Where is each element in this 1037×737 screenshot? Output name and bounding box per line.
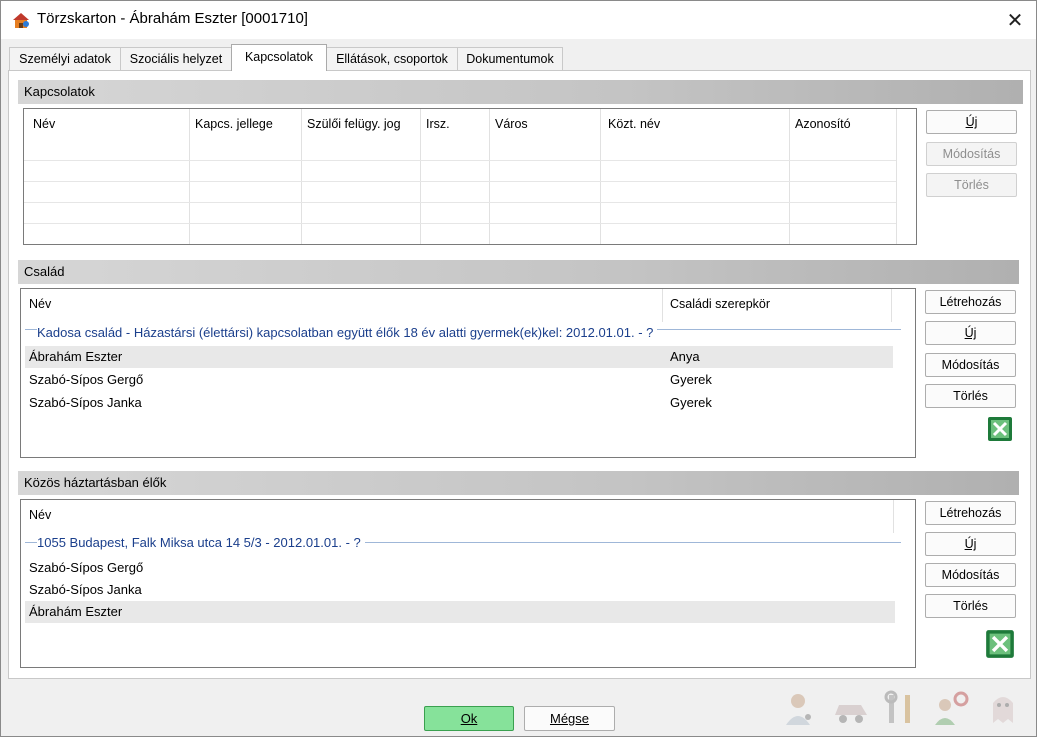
ghost-icon[interactable] <box>983 689 1023 729</box>
column-header-nev[interactable]: Név <box>29 297 51 311</box>
settings-person-icon[interactable] <box>931 689 971 729</box>
haztartas-new-button[interactable]: Új <box>925 532 1016 556</box>
member-role: Anya <box>670 349 700 364</box>
car-icon[interactable] <box>831 689 871 729</box>
csalad-modify-button[interactable]: Módosítás <box>925 353 1016 377</box>
cancel-button[interactable]: Mégse <box>524 706 615 731</box>
table-row[interactable]: Ábrahám Eszter <box>25 601 895 623</box>
house-icon <box>13 13 29 28</box>
haztartas-delete-button[interactable]: Törlés <box>925 594 1016 618</box>
member-role: Gyerek <box>670 395 712 410</box>
table-row[interactable]: Szabó-Sípos Gergő <box>25 557 895 579</box>
csalad-new-button[interactable]: Új <box>925 321 1016 345</box>
column-divider <box>893 500 894 533</box>
column-header-szuloi-felugy-jog[interactable]: Szülői felügy. jog <box>307 117 401 131</box>
member-name: Szabó-Sípos Janka <box>29 395 142 410</box>
haztartas-create-button[interactable]: Létrehozás <box>925 501 1016 525</box>
csalad-grid[interactable]: Név Családi szerepkör Kadosa család - Há… <box>20 288 916 458</box>
member-name: Ábrahám Eszter <box>29 349 123 364</box>
window-title: Törzskarton - Ábrahám Eszter [0001710] <box>37 10 308 27</box>
close-icon[interactable]: ✕ <box>1001 6 1029 34</box>
haztartas-group-row[interactable]: 1055 Budapest, Falk Miksa utca 14 5/3 - … <box>37 535 365 550</box>
excel-export-icon[interactable] <box>987 416 1013 442</box>
column-header-csaladi-szerepkor[interactable]: Családi szerepkör <box>670 297 770 311</box>
column-divider <box>896 109 897 244</box>
table-row[interactable]: Szabó-Sípos Janka Gyerek <box>25 392 893 414</box>
member-name: Szabó-Sípos Gergő <box>29 560 144 575</box>
tab-szemelyi-adatok[interactable]: Személyi adatok <box>9 47 121 70</box>
title-bar: Törzskarton - Ábrahám Eszter [0001710] ✕ <box>1 1 1036 39</box>
table-row[interactable]: Szabó-Sípos Gergő Gyerek <box>25 369 893 391</box>
haztartas-grid[interactable]: Név 1055 Budapest, Falk Miksa utca 14 5/… <box>20 499 916 668</box>
kapcsolatok-modify-button[interactable]: Módosítás <box>926 142 1017 166</box>
table-row[interactable]: Ábrahám Eszter Anya <box>25 346 893 368</box>
column-header-azonosito[interactable]: Azonosító <box>795 117 851 131</box>
tab-szocialis-helyzet[interactable]: Szociális helyzet <box>120 47 232 70</box>
member-name: Szabó-Sípos Janka <box>29 582 142 597</box>
kapcsolatok-grid[interactable]: Név Kapcs. jellege Szülői felügy. jog Ir… <box>23 108 917 245</box>
tab-kapcsolatok[interactable]: Kapcsolatok <box>231 44 327 71</box>
row-divider <box>24 181 896 182</box>
haztartas-modify-button[interactable]: Módosítás <box>925 563 1016 587</box>
csalad-create-button[interactable]: Létrehozás <box>925 290 1016 314</box>
row-divider <box>24 223 896 224</box>
row-divider <box>24 160 896 161</box>
column-header-nev[interactable]: Név <box>33 117 55 131</box>
dialog-window: Törzskarton - Ábrahám Eszter [0001710] ✕… <box>0 0 1037 737</box>
member-name: Ábrahám Eszter <box>29 604 123 619</box>
haztartas-header: Közös háztartásban élők <box>18 471 1019 495</box>
table-row[interactable]: Szabó-Sípos Janka <box>25 579 895 601</box>
member-role: Gyerek <box>670 372 712 387</box>
csalad-header: Család <box>18 260 1019 284</box>
column-divider <box>662 289 663 322</box>
doctor-icon[interactable] <box>780 689 820 729</box>
ok-button[interactable]: Ok <box>424 706 514 731</box>
tab-ellatasok-csoportok[interactable]: Ellátások, csoportok <box>326 47 458 70</box>
excel-export-icon[interactable] <box>985 629 1015 659</box>
column-header-nev[interactable]: Név <box>29 508 51 522</box>
kapcsolatok-new-button[interactable]: Új <box>926 110 1017 134</box>
member-name: Szabó-Sípos Gergő <box>29 372 144 387</box>
column-divider <box>891 289 892 322</box>
csalad-delete-button[interactable]: Törlés <box>925 384 1016 408</box>
csalad-group-row[interactable]: Kadosa család - Házastársi (élettársi) k… <box>37 325 658 340</box>
tools-icon[interactable] <box>881 689 921 729</box>
column-header-varos[interactable]: Város <box>495 117 528 131</box>
tab-dokumentumok[interactable]: Dokumentumok <box>457 47 563 70</box>
kapcsolatok-header: Kapcsolatok <box>18 80 1023 104</box>
column-header-kozt-nev[interactable]: Közt. név <box>608 117 660 131</box>
column-header-kapcs-jellege[interactable]: Kapcs. jellege <box>195 117 273 131</box>
row-divider <box>24 202 896 203</box>
kapcsolatok-delete-button[interactable]: Törlés <box>926 173 1017 197</box>
column-header-irsz[interactable]: Irsz. <box>426 117 450 131</box>
